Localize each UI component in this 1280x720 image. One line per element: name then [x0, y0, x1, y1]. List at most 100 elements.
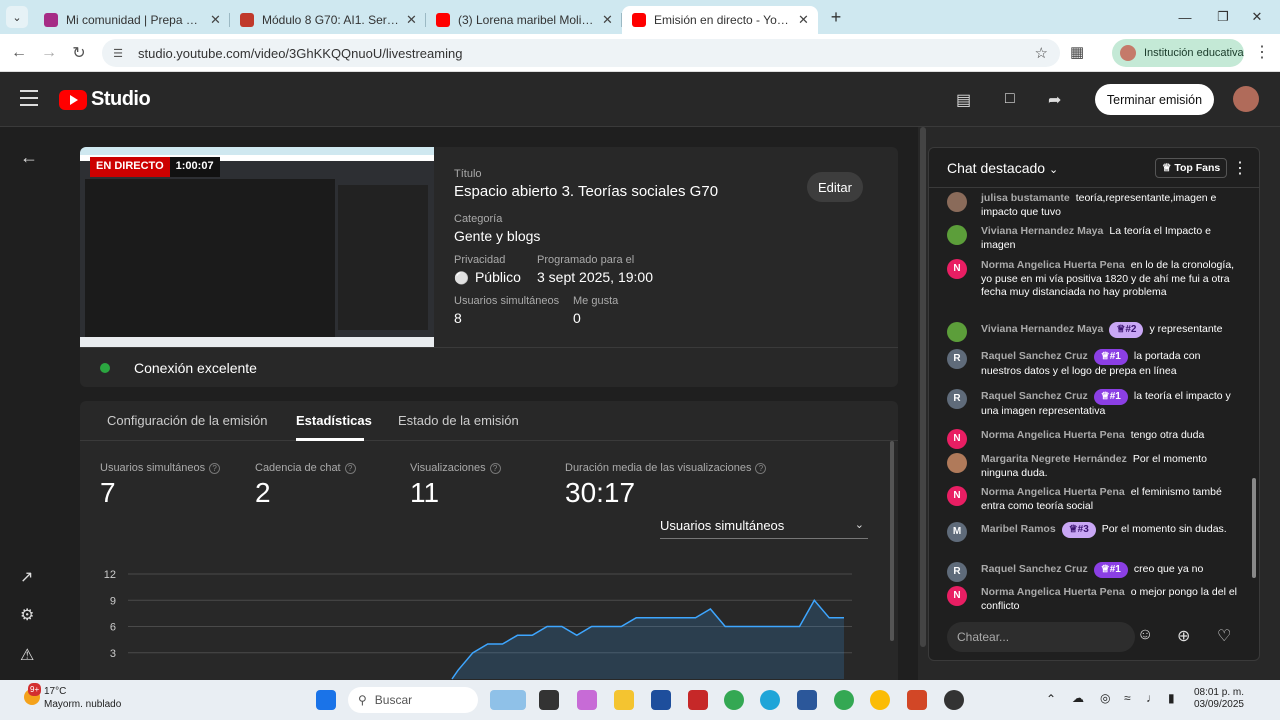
volume-icon[interactable]: ♩ [1146, 691, 1158, 705]
edge-icon[interactable] [760, 690, 780, 710]
store-icon[interactable] [651, 690, 671, 710]
help-icon[interactable]: ? [489, 463, 501, 474]
chrome-alt-icon[interactable] [870, 690, 890, 710]
chrome-profile-icon[interactable] [834, 690, 854, 710]
battery-icon[interactable]: ▮ [1168, 691, 1175, 705]
chat-message[interactable]: M Maribel Ramos ♕#3 Por el momento sin duda… [947, 522, 1237, 542]
metric-label-avg-duration: Duración media de las visualizaciones? [565, 462, 767, 474]
settings-gear-icon[interactable]: ⚙ [20, 605, 34, 625]
chat-scrollbar[interactable] [1252, 478, 1256, 578]
security-app-icon[interactable] [688, 690, 708, 710]
chat-message[interactable]: N Norma Angelica Huerta Pena o mejor pongo… [947, 586, 1237, 613]
live-badge: EN DIRECTO 1:00:07 [90, 157, 220, 177]
browser-tab[interactable]: (3) Lorena maribel Molina Mora ✕ [426, 6, 622, 34]
tab-close-icon[interactable]: ✕ [406, 12, 418, 28]
app-icon[interactable] [944, 690, 964, 710]
browser-menu-icon[interactable]: ⋮ [1254, 42, 1270, 62]
chat-author: Margarita Negrete Hernández [981, 453, 1127, 465]
chrome-icon[interactable] [724, 690, 744, 710]
chat-message[interactable]: R Raquel Sanchez Cruz ♕#1 creo que ya no [947, 562, 1237, 582]
help-icon[interactable]: ? [755, 463, 767, 474]
help-icon[interactable]: ? [209, 463, 221, 474]
profile-label: Institución educativa [1144, 47, 1244, 59]
chat-menu-icon[interactable]: ⋮ [1232, 158, 1248, 178]
tab-close-icon[interactable]: ✕ [798, 12, 810, 28]
help-icon[interactable]: ? [344, 463, 356, 474]
back-arrow-icon[interactable]: ← [20, 147, 38, 168]
microphone-icon[interactable]: ◎ [1100, 691, 1110, 705]
account-avatar[interactable] [1233, 86, 1259, 112]
heart-icon[interactable]: ♡ [1217, 626, 1231, 646]
site-info-icon[interactable]: ☰ [110, 45, 126, 61]
bookmark-star-icon[interactable]: ☆ [1035, 44, 1048, 62]
reload-icon[interactable]: ↻ [64, 43, 94, 63]
back-arrow-icon[interactable]: ← [4, 44, 34, 62]
browser-tab[interactable]: Emisión en directo - YouTube S ✕ [622, 6, 818, 34]
hamburger-menu-icon[interactable] [20, 90, 38, 111]
clapperboard-icon[interactable]: ▤ [956, 90, 971, 110]
word-icon[interactable] [797, 690, 817, 710]
wifi-icon[interactable]: ≈ [1124, 691, 1131, 705]
chat-message[interactable]: Margarita Negrete Hernández Por el moment… [947, 453, 1237, 480]
chat-message[interactable]: R Raquel Sanchez Cruz ♕#1 la teoría el impa… [947, 389, 1237, 418]
forward-arrow-icon[interactable]: → [34, 44, 64, 62]
crown-icon: ♕ [1162, 162, 1172, 174]
scheduled-label: Programado para el [537, 254, 635, 266]
main-scrollbar[interactable] [890, 441, 894, 641]
chat-message[interactable]: N Norma Angelica Huerta Pena en lo de la c… [947, 259, 1237, 300]
onedrive-icon[interactable]: ☁ [1072, 691, 1084, 705]
chat-message[interactable]: julisa bustamante teoría,representante,im… [947, 192, 1237, 219]
chat-author: Raquel Sanchez Cruz [981, 390, 1088, 402]
main-content: EN DIRECTO 1:00:07 Título Espacio abiert… [60, 127, 918, 691]
external-link-icon[interactable]: ↗ [20, 567, 33, 587]
file-explorer-icon[interactable] [614, 690, 634, 710]
windows-start-icon[interactable] [316, 690, 336, 710]
end-stream-button[interactable]: Terminar emisión [1095, 84, 1214, 115]
copilot-icon[interactable] [577, 690, 597, 710]
chat-mode-select[interactable]: Chat destacado ⌄ [947, 160, 1058, 176]
elapsed-time: 1:00:07 [169, 157, 220, 177]
emoji-icon[interactable]: ☺ [1137, 626, 1153, 644]
chat-message[interactable]: N Norma Angelica Huerta Pena el feminismo … [947, 486, 1237, 513]
powerpoint-icon[interactable] [907, 690, 927, 710]
chat-message[interactable]: Viviana Hernandez Maya La teoría el Impac… [947, 225, 1237, 252]
chat-message[interactable]: N Norma Angelica Huerta Pena tengo otra du… [947, 429, 1237, 449]
tab-analytics[interactable]: Estadísticas [296, 413, 372, 428]
chat-input[interactable]: Chatear... [947, 622, 1135, 652]
task-view-icon[interactable] [539, 690, 559, 710]
browser-tab[interactable]: Mi comunidad | Prepa en Línea ✕ [34, 6, 230, 34]
stream-preview[interactable]: EN DIRECTO 1:00:07 [80, 147, 434, 347]
new-tab-plus-icon[interactable]: + [822, 7, 850, 28]
tab-search-chevron-icon[interactable]: ⌄ [6, 6, 28, 28]
tab-title: Mi comunidad | Prepa en Línea [66, 13, 204, 27]
top-fans-filter[interactable]: ♕ Top Fans [1155, 158, 1228, 178]
close-window-icon[interactable]: ✕ [1234, 0, 1280, 34]
add-circle-icon[interactable]: ⊕ [1177, 626, 1190, 646]
weather-widget[interactable]: 9+ 17°C Mayorm. nublado [24, 683, 121, 711]
youtube-play-icon [59, 89, 87, 110]
feedback-icon[interactable]: ⚠ [20, 645, 34, 665]
chat-message[interactable]: R Raquel Sanchez Cruz ♕#1 la portada con nu… [947, 349, 1237, 378]
news-widget-icon[interactable] [490, 690, 526, 710]
system-clock[interactable]: 08:01 p. m. 03/09/2025 [1192, 687, 1244, 711]
main-scrollbar-track[interactable] [920, 127, 926, 647]
share-arrow-icon[interactable]: ➦ [1048, 90, 1061, 110]
metric-select[interactable]: Usuarios simultáneos ⌄ [660, 513, 868, 539]
chat-author: Viviana Hernandez Maya [981, 225, 1104, 237]
tab-close-icon[interactable]: ✕ [210, 12, 222, 28]
taskbar-search[interactable]: ⚲ Buscar [348, 687, 478, 713]
tab-close-icon[interactable]: ✕ [602, 12, 614, 28]
studio-logo[interactable]: Studio [59, 88, 151, 111]
tab-stream-health[interactable]: Estado de la emisión [398, 413, 519, 428]
browser-tab[interactable]: Módulo 8 G70: AI1. Ser social - ✕ [230, 6, 426, 34]
tray-chevron-icon[interactable]: ⌃ [1046, 692, 1056, 706]
profile-chip[interactable]: Institución educativa [1112, 39, 1244, 67]
chat-message[interactable]: Viviana Hernandez Maya ♕#2 y representante [947, 322, 1237, 342]
tab-stream-settings[interactable]: Configuración de la emisión [107, 413, 267, 428]
browser-tab-strip: ⌄ Mi comunidad | Prepa en Línea✕Módulo 8… [0, 0, 1280, 34]
extensions-icon[interactable]: ▦ [1070, 43, 1084, 61]
address-bar[interactable]: ☰ studio.youtube.com/video/3GhKKQQnuoU/l… [102, 39, 1060, 67]
active-tab-indicator [296, 438, 364, 441]
edit-button[interactable]: Editar [807, 172, 863, 202]
bookmark-icon[interactable]: □ [1005, 90, 1015, 108]
